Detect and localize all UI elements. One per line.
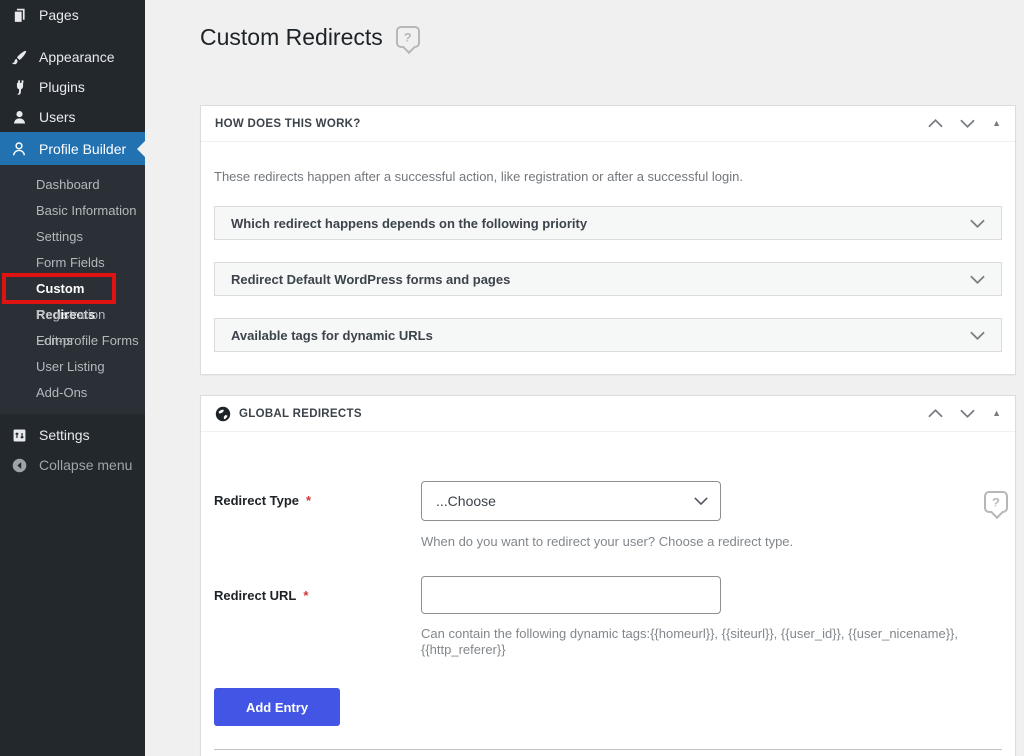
submenu-item-registration-forms[interactable]: Registration Forms [0,302,145,328]
redirect-url-input[interactable] [421,576,721,614]
move-down-button[interactable] [960,409,975,418]
move-down-button[interactable] [960,119,975,128]
redirect-url-row: Redirect URL * [214,576,1002,614]
accordion-dynamic-tags[interactable]: Available tags for dynamic URLs [214,318,1002,352]
submenu-label: Settings [36,229,83,244]
redirect-type-select[interactable]: ...Choose [421,481,721,521]
global-panel-body: ? Redirect Type * ...Choose When do you w… [201,481,1015,756]
how-panel-header[interactable]: HOW DOES THIS WORK? ▲ [201,106,1015,142]
move-up-button[interactable] [928,409,943,418]
settings-icon [9,425,29,445]
redirect-url-label: Redirect URL * [214,576,421,614]
submenu-label: Basic Information [36,203,136,218]
add-entry-button[interactable]: Add Entry [214,688,340,726]
sidebar-item-appearance[interactable]: Appearance [0,42,145,72]
submenu-item-basic-information[interactable]: Basic Information [0,198,145,224]
profile-builder-submenu: Dashboard Basic Information Settings For… [0,165,145,414]
chevron-up-icon [928,119,943,128]
submenu-label: Add-Ons [36,385,87,400]
required-asterisk: * [303,588,308,603]
redirect-type-row: Redirect Type * ...Choose [214,481,1002,521]
panel-controls: ▲ [928,119,1001,128]
sidebar-item-label: Pages [39,7,79,23]
menu-separator [0,30,145,42]
sidebar-item-users[interactable]: Users [0,102,145,132]
panel-title: HOW DOES THIS WORK? [215,118,361,130]
page-title: Custom Redirects [200,22,383,52]
toggle-panel-button[interactable]: ▲ [992,409,1001,418]
sidebar-item-label: Plugins [39,79,85,95]
accordion-label: Which redirect happens depends on the fo… [231,216,587,231]
users-icon [9,107,29,127]
sidebar-item-label: Profile Builder [39,141,126,157]
how-panel-body: These redirects happen after a successfu… [201,168,1015,374]
submenu-label: Dashboard [36,177,100,192]
main-content: Custom Redirects ? HOW DOES THIS WORK? ▲… [145,0,1024,756]
globe-icon [215,406,231,422]
triangle-up-icon: ▲ [992,119,1001,128]
redirect-url-help: Can contain the following dynamic tags:{… [421,626,1002,658]
chevron-down-icon [960,119,975,128]
profile-builder-icon [9,139,29,159]
intro-text: These redirects happen after a successfu… [214,168,1002,186]
pages-icon [9,5,29,25]
global-redirects-panel: GLOBAL REDIRECTS ▲ ? Redirect Type * [200,395,1016,756]
collapse-menu-button[interactable]: Collapse menu [0,450,145,480]
accordion-label: Available tags for dynamic URLs [231,328,433,343]
admin-sidebar: Pages Appearance Plugins Users Profile B… [0,0,145,756]
sidebar-item-settings[interactable]: Settings [0,420,145,450]
accordion-default-forms[interactable]: Redirect Default WordPress forms and pag… [214,262,1002,296]
sidebar-item-label: Appearance [39,49,115,65]
bottom-divider [214,749,1002,750]
page-title-row: Custom Redirects ? [200,22,1016,52]
select-value: ...Choose [436,493,496,509]
plugins-icon [9,77,29,97]
submenu-label: Form Fields [36,255,105,270]
sidebar-footer: Settings Collapse menu [0,420,145,480]
sidebar-item-label: Settings [39,427,90,443]
redirect-type-help: When do you want to redirect your user? … [421,534,1002,550]
sidebar-item-pages[interactable]: Pages [0,0,145,30]
sidebar-item-profile-builder[interactable]: Profile Builder [0,132,145,165]
global-panel-header[interactable]: GLOBAL REDIRECTS ▲ [201,396,1015,432]
submenu-label: User Listing [36,359,105,374]
triangle-up-icon: ▲ [992,409,1001,418]
appearance-icon [9,47,29,67]
accordion-label: Redirect Default WordPress forms and pag… [231,272,510,287]
panel-title: GLOBAL REDIRECTS [239,408,362,420]
sidebar-item-label: Collapse menu [39,457,132,473]
redirect-type-field: ...Choose [421,481,721,521]
accordion-priority[interactable]: Which redirect happens depends on the fo… [214,206,1002,240]
submenu-label: Edit-profile Forms [36,333,139,348]
redirect-url-field [421,576,721,614]
label-text: Redirect URL [214,588,296,603]
global-help-icon[interactable]: ? [984,491,1008,513]
label-text: Redirect Type [214,493,299,508]
submenu-item-user-listing[interactable]: User Listing [0,354,145,380]
page-help-icon[interactable]: ? [396,26,420,48]
submenu-item-dashboard[interactable]: Dashboard [0,172,145,198]
required-asterisk: * [306,493,311,508]
chevron-down-icon [970,219,985,228]
submenu-item-custom-redirects[interactable]: Custom Redirects [0,276,145,302]
redirect-type-label: Redirect Type * [214,481,421,521]
submenu-item-edit-profile-forms[interactable]: Edit-profile Forms [0,328,145,354]
collapse-icon [9,455,29,475]
current-menu-arrow [137,141,145,157]
submenu-item-form-fields[interactable]: Form Fields [0,250,145,276]
chevron-down-icon [960,409,975,418]
submenu-item-add-ons[interactable]: Add-Ons [0,380,145,406]
toggle-panel-button[interactable]: ▲ [992,119,1001,128]
move-up-button[interactable] [928,119,943,128]
how-does-this-work-panel: HOW DOES THIS WORK? ▲ These redirects ha… [200,105,1016,375]
chevron-down-icon [970,331,985,340]
submenu-item-settings[interactable]: Settings [0,224,145,250]
chevron-down-icon [694,497,708,505]
panel-controls: ▲ [928,409,1001,418]
chevron-down-icon [970,275,985,284]
sidebar-item-label: Users [39,109,76,125]
sidebar-item-plugins[interactable]: Plugins [0,72,145,102]
chevron-up-icon [928,409,943,418]
